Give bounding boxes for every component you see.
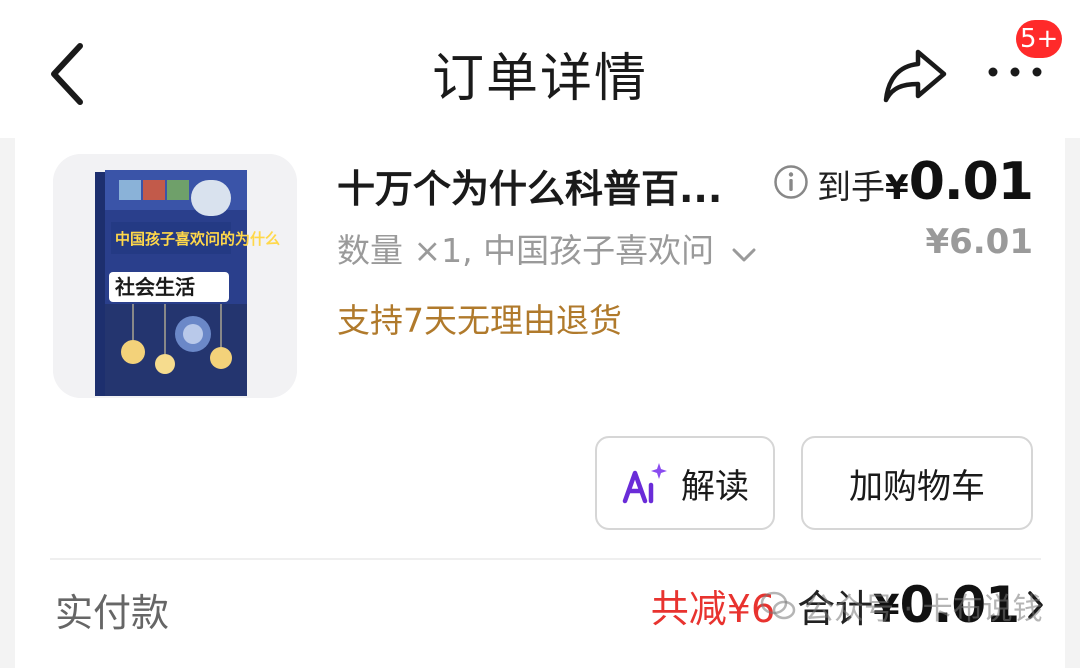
ai-sparkle-icon <box>622 463 667 504</box>
top-nav-bar: 订单详情 5+ <box>0 0 1080 138</box>
original-price: ¥6.01 <box>925 222 1033 262</box>
total-label: 合计 <box>797 587 874 631</box>
price-label: 到手 <box>817 168 886 208</box>
product-spec-selector[interactable]: 数量 ×1, 中国孩子喜欢问 <box>337 224 757 272</box>
discount-text: 共减¥6 <box>650 587 776 631</box>
product-spec-text: 数量 ×1, 中国孩子喜欢问 <box>337 231 715 270</box>
add-to-cart-button[interactable]: 加购物车 <box>801 436 1033 530</box>
share-icon <box>883 49 947 103</box>
price-currency: ¥ <box>885 168 909 208</box>
notification-badge: 5+ <box>1016 20 1063 58</box>
cover-series-text: 中国孩子喜欢问的为什么 <box>115 230 280 248</box>
product-image[interactable]: 中国孩子喜欢问的为什么 社会生活 <box>53 154 297 398</box>
price-value: 0.01 <box>908 152 1034 212</box>
product-name[interactable]: 十万个为什么科普百... <box>337 158 757 213</box>
return-policy-text: 支持7天无理由退货 <box>337 301 622 340</box>
add-to-cart-label: 加购物车 <box>849 466 985 507</box>
info-icon[interactable] <box>773 164 809 200</box>
book-cover-image: 中国孩子喜欢问的为什么 社会生活 <box>53 154 297 398</box>
cover-subtitle-text: 社会生活 <box>114 275 195 299</box>
final-price: 到手 ¥ 0.01 <box>773 152 1034 212</box>
chevron-down-icon <box>732 248 756 261</box>
ai-button-label: 解读 <box>681 466 749 507</box>
paid-amount-label: 实付款 <box>55 591 170 635</box>
chevron-right-icon <box>1028 591 1043 619</box>
ai-interpret-button[interactable]: 解读 <box>595 436 775 530</box>
total-currency: ¥ <box>873 587 900 631</box>
order-item-card: 中国孩子喜欢问的为什么 社会生活 十万个为什么科普百... 数量 ×1, 中国孩… <box>15 138 1065 668</box>
payment-summary[interactable]: 共减¥6 合计 ¥ 0.01 <box>651 576 1047 634</box>
divider <box>50 558 1041 560</box>
share-button[interactable] <box>880 44 950 104</box>
total-value: 0.01 <box>899 576 1020 634</box>
